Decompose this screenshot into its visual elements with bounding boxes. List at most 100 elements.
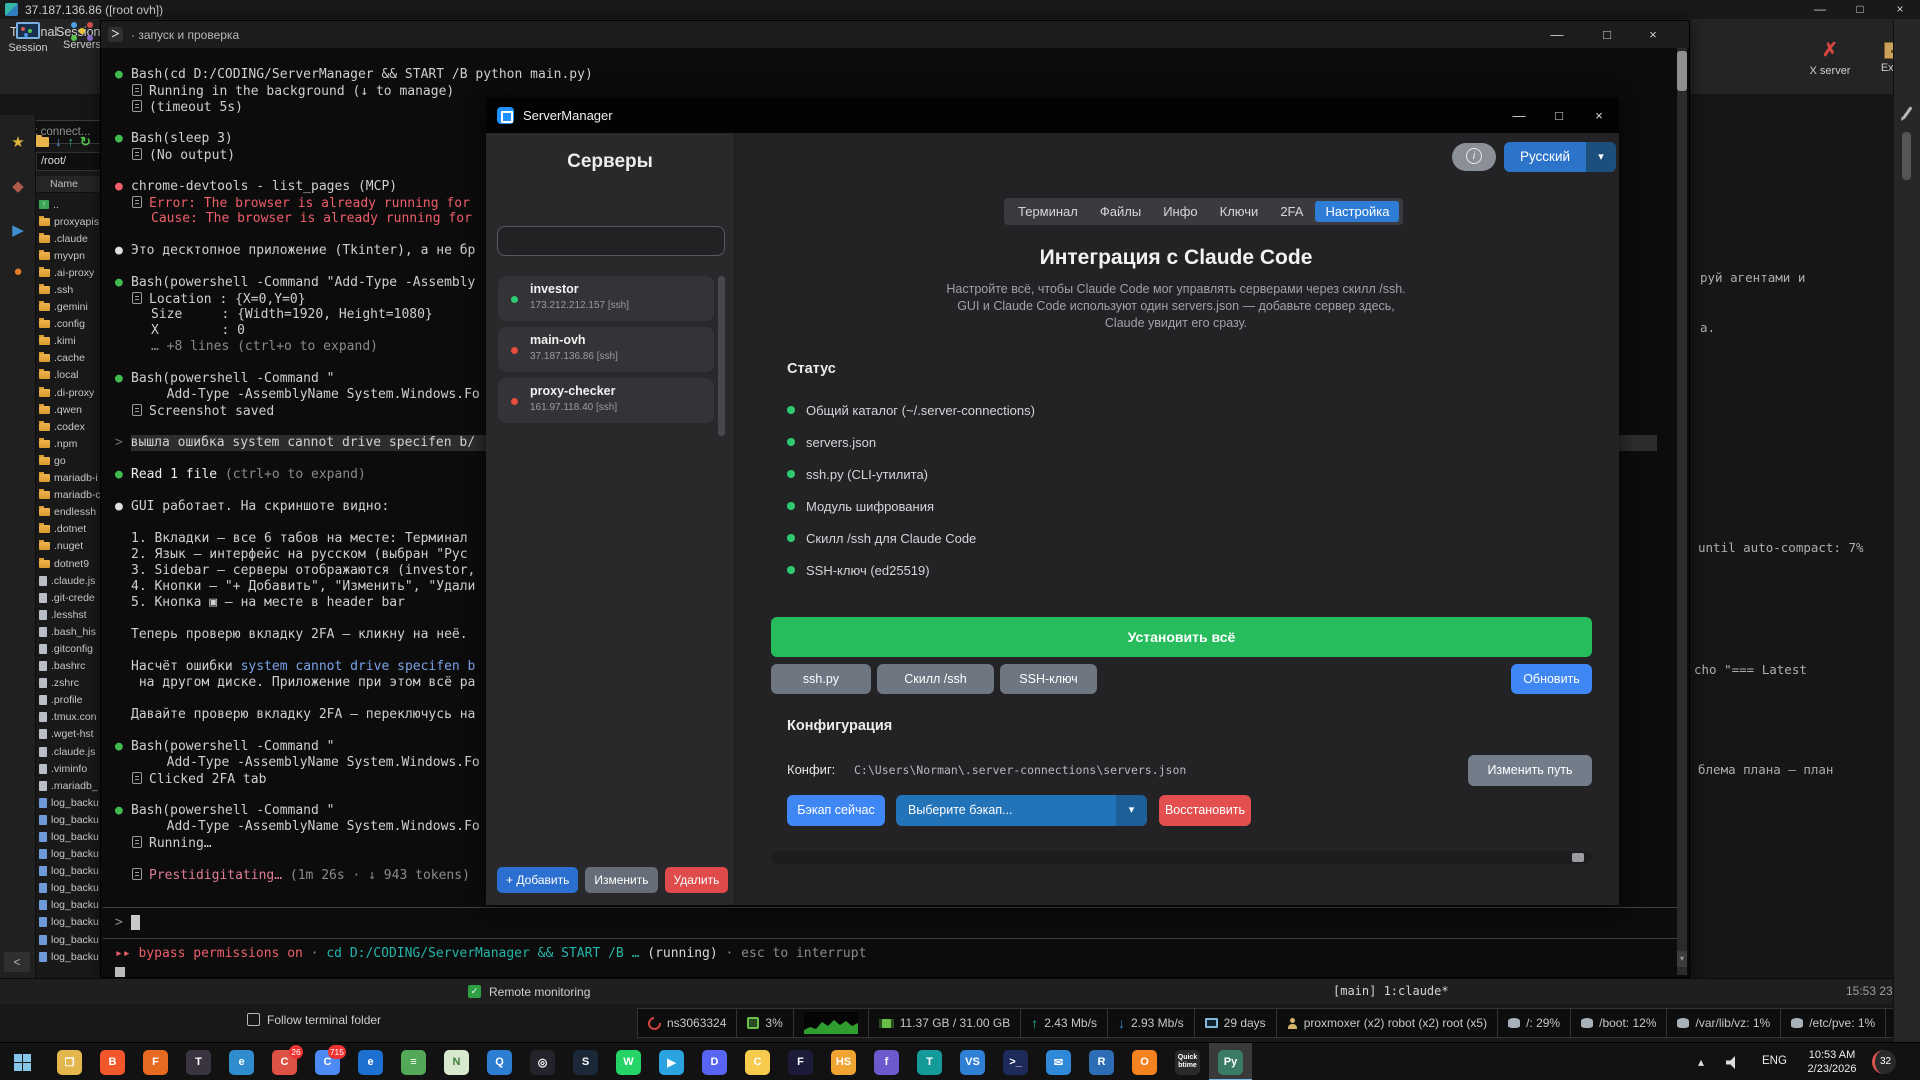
language-select[interactable]: Русский ▾ [1504,142,1616,172]
start-button[interactable] [14,1054,31,1071]
taskbar-steam[interactable]: S [564,1043,607,1080]
taskbar-vscode[interactable]: VS [951,1043,994,1080]
pencil-icon[interactable] [1902,106,1913,119]
taskbar-mail[interactable]: ✉ [1037,1043,1080,1080]
python-app-icon: Py [1218,1049,1243,1075]
status-dot-icon [511,398,518,405]
taskbar-telegram[interactable]: ▶ [650,1043,693,1080]
session-button[interactable]: Session [2,22,54,54]
taskbar-firefox-dev[interactable]: F [779,1043,822,1080]
mx-close-button[interactable]: × [1880,0,1920,19]
server-address: 37.187.136.86 [ssh] [530,351,618,362]
scrollbar-thumb[interactable] [1677,51,1687,91]
taskbar-quip[interactable]: Q [478,1043,521,1080]
terminal-minimize-button[interactable]: — [1535,21,1579,48]
install-sshpy-button[interactable]: ssh.py [771,664,871,694]
taskbar-hestia[interactable]: HS [822,1043,865,1080]
terminal-close-button[interactable]: × [1631,21,1675,48]
terminal-maximize-button[interactable]: □ [1585,21,1629,48]
x-server-button[interactable]: ✗ X server [1798,40,1862,77]
send-icon[interactable]: ▶ [8,221,28,239]
taskbar-obs[interactable]: ◎ [521,1043,564,1080]
install-all-button[interactable]: Установить всё [771,617,1592,657]
server-search-input[interactable] [497,226,725,256]
taskbar-figma[interactable]: f [865,1043,908,1080]
taskbar-chrome-profile[interactable]: C 715 [306,1043,349,1080]
terminal-scrollbar[interactable]: ▾ [1677,48,1687,975]
restore-button[interactable]: Восстановить [1159,795,1251,826]
taskbar-file-explorer[interactable]: ❒ [48,1043,91,1080]
notification-badge[interactable]: 32 [1872,1050,1896,1074]
right-scrollbar-thumb[interactable] [1902,132,1911,180]
upload-icon[interactable]: ↑ [68,133,75,151]
tab-Ключи[interactable]: Ключи [1210,201,1269,222]
backup-select[interactable]: Выберите бэкап... ▾ [896,795,1147,826]
servermanager-titlebar[interactable]: ServerManager [486,98,1619,133]
follow-terminal-checkbox[interactable] [247,1013,260,1026]
change-path-button[interactable]: Изменить путь [1468,755,1592,786]
favorites-star-icon[interactable]: ★ [8,133,28,151]
folder-icon [39,454,50,465]
mx-maximize-button[interactable]: □ [1840,0,1880,19]
taskbar-whatsapp[interactable]: W [607,1043,650,1080]
taskbar-firefox[interactable]: F [134,1043,177,1080]
taskbar-tor-browser[interactable]: T [177,1043,220,1080]
folder-up-icon[interactable] [36,135,49,147]
remote-monitoring-label: Remote monitoring [489,985,591,999]
server-card[interactable]: proxy-checker 161.97.118.40 [ssh] [498,378,714,423]
taskbar-edge-profile[interactable]: e [349,1043,392,1080]
tray-chevron-icon[interactable]: ▴ [1698,1055,1704,1069]
taskbar-chrome[interactable]: C 26 [263,1043,306,1080]
refresh-button[interactable]: Обновить [1511,664,1592,694]
ball-icon[interactable]: ● [8,263,28,280]
server-address: 161.97.118.40 [ssh] [530,402,618,413]
tab-Настройка[interactable]: Настройка [1315,201,1400,222]
taskbar-notepad-pp[interactable]: N [435,1043,478,1080]
taskbar-powershell[interactable]: >_ [994,1043,1037,1080]
tab-Инфо[interactable]: Инфо [1153,201,1207,222]
taskbar-python-app[interactable]: Py [1209,1043,1252,1080]
terminal-titlebar[interactable]: ＞ · запуск и проверка [101,21,1689,48]
taskbar-rstudio[interactable]: R [1080,1043,1123,1080]
taskbar-clock[interactable]: 10:53 AM 2/23/2026 [1796,1048,1868,1076]
scroll-down-button[interactable]: ▾ [1677,951,1687,967]
taskbar-chrome-canary[interactable]: C [736,1043,779,1080]
speaker-icon[interactable] [1726,1056,1735,1069]
install-skill-button[interactable]: Скилл /ssh [877,664,994,694]
tab-Файлы[interactable]: Файлы [1090,201,1151,222]
mx-minimize-button[interactable]: — [1800,0,1840,19]
collapse-sidebar-button[interactable]: < [4,952,30,972]
sm-maximize-button[interactable]: □ [1539,98,1579,133]
taskbar-brave[interactable]: B [91,1043,134,1080]
cpu-icon [747,1017,760,1029]
backup-now-button[interactable]: Бэкап сейчас [787,795,885,826]
delete-server-button[interactable]: Удалить [664,867,729,893]
taskbar-orange-app[interactable]: O [1123,1043,1166,1080]
edit-server-button[interactable]: Изменить [585,867,658,893]
remote-monitoring-checkbox[interactable]: ✓ [468,985,481,998]
info-button[interactable]: i [1452,143,1496,171]
server-card[interactable]: investor 173.212.212.157 [ssh] [498,276,714,321]
tab-2FA[interactable]: 2FA [1270,201,1313,222]
terminal-prompt[interactable]: > [103,907,1681,939]
taskbar-quick-launch[interactable]: Quick btime [1166,1043,1209,1080]
sm-close-button[interactable]: × [1579,98,1619,133]
install-sshkey-button[interactable]: SSH-ключ [1000,664,1097,694]
download-icon[interactable]: ↓ [55,133,62,151]
taskbar-icons: ❒ B F Te C 26 C 715 e ≡ N Q ◎ S W ▶ D C F HS f T VS >_ ✉ R O Quick … [48,1043,1252,1080]
taskbar-discord[interactable]: D [693,1043,736,1080]
language-indicator[interactable]: ENG [1762,1055,1787,1067]
tab-Терминал[interactable]: Терминал [1008,201,1088,222]
hscroll-thumb[interactable] [1572,853,1584,862]
taskbar-edge[interactable]: e [220,1043,263,1080]
taskbar-notepad[interactable]: ≡ [392,1043,435,1080]
server-card[interactable]: main-ovh 37.187.136.86 [ssh] [498,327,714,372]
taskbar-tableau[interactable]: T [908,1043,951,1080]
tools-icon[interactable]: ◆ [8,177,28,195]
horizontal-scrollbar[interactable] [771,851,1592,864]
add-server-button[interactable]: + Добавить [497,867,579,893]
server-list-scrollbar[interactable] [718,276,725,436]
bullet-icon: ● [115,131,123,146]
refresh-icon[interactable]: ↻ [80,133,91,151]
sm-minimize-button[interactable]: — [1499,98,1539,133]
